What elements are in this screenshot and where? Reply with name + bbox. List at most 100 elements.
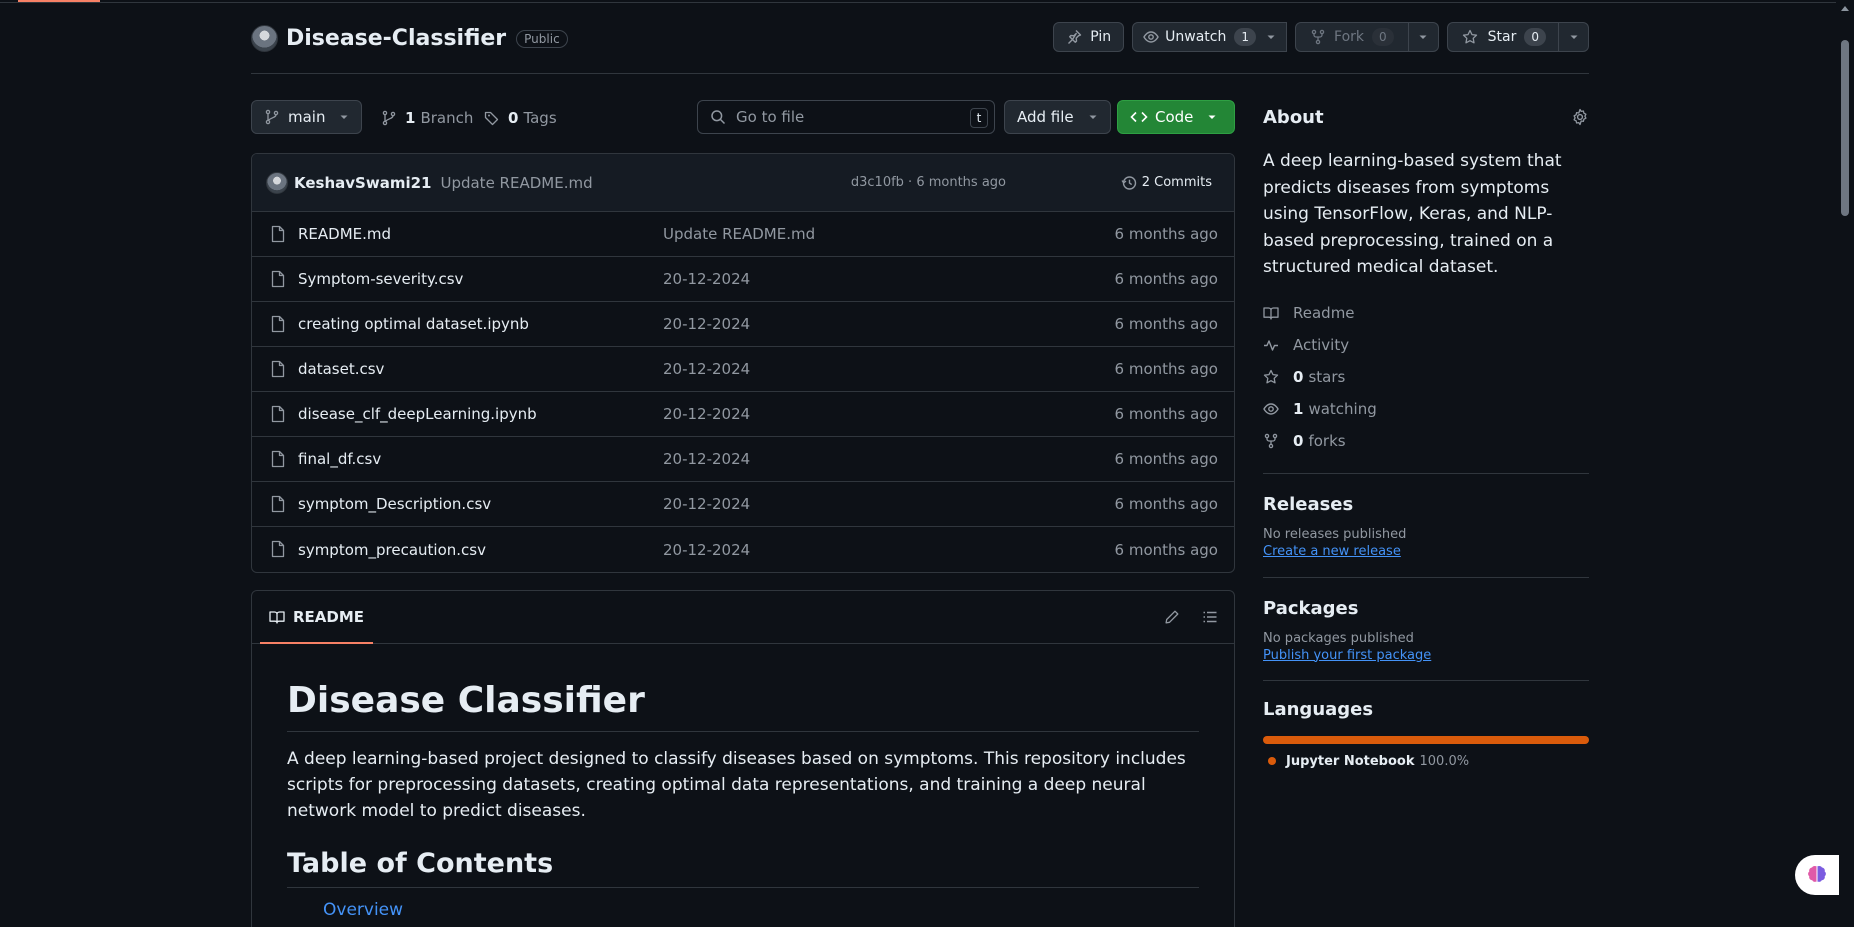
commit-author[interactable]: KeshavSwami21: [294, 174, 431, 192]
language-item[interactable]: Jupyter Notebook 100.0%: [1263, 754, 1589, 769]
file-row[interactable]: README.md Update README.md 6 months ago: [252, 212, 1234, 257]
watching-link[interactable]: 1 watching: [1263, 393, 1589, 425]
branches-link[interactable]: 1 Branch: [381, 109, 473, 127]
commit-hash-time[interactable]: d3c10fb · 6 months ago: [851, 175, 1006, 190]
packages-empty-text: No packages published: [1263, 630, 1414, 646]
file-name[interactable]: creating optimal dataset.ipynb: [298, 315, 529, 333]
repo-name[interactable]: Disease-Classifier: [286, 26, 506, 51]
page-scrollbar[interactable]: [1836, 0, 1854, 927]
branch-icon: [381, 110, 397, 126]
file-commit-message[interactable]: 20-12-2024: [663, 541, 750, 559]
repo-header: Disease-Classifier Public Pin Unwatch 1 …: [251, 22, 1589, 74]
book-icon: [1263, 305, 1293, 321]
file-name[interactable]: dataset.csv: [298, 360, 384, 378]
gear-icon[interactable]: [1571, 108, 1589, 126]
file-row[interactable]: final_df.csv 20-12-2024 6 months ago: [252, 437, 1234, 482]
scrollbar-thumb[interactable]: [1841, 40, 1849, 216]
repo-actions: Pin Unwatch 1 Fork 0 Star 0: [1053, 22, 1589, 52]
file-name[interactable]: README.md: [298, 225, 391, 243]
star-icon: [1462, 29, 1478, 45]
file-commit-message[interactable]: 20-12-2024: [663, 405, 750, 423]
file-row[interactable]: symptom_precaution.csv 20-12-2024 6 months…: [252, 527, 1234, 572]
star-icon: [1263, 369, 1293, 385]
file-icon: [270, 225, 286, 243]
file-rows: README.md Update README.md 6 months ago Sym…: [252, 212, 1234, 572]
file-commit-message[interactable]: 20-12-2024: [663, 360, 750, 378]
pencil-icon[interactable]: [1164, 609, 1180, 625]
file-commit-message[interactable]: 20-12-2024: [663, 270, 750, 288]
releases-title[interactable]: Releases: [1263, 494, 1589, 515]
search-placeholder: Go to file: [736, 108, 805, 126]
scroll-up-arrow-icon[interactable]: [1841, 6, 1849, 11]
fork-button[interactable]: Fork 0: [1295, 22, 1409, 52]
branch-name: main: [288, 108, 326, 126]
outline-list-icon[interactable]: [1202, 609, 1218, 625]
file-commit-message[interactable]: Update README.md: [663, 225, 815, 243]
watch-counter: 1: [1234, 28, 1257, 46]
unwatch-button[interactable]: Unwatch 1: [1132, 22, 1288, 52]
file-name[interactable]: disease_clf_deepLearning.ipynb: [298, 405, 537, 423]
file-row[interactable]: disease_clf_deepLearning.ipynb 20-12-2024…: [252, 392, 1234, 437]
readme-tab[interactable]: README: [260, 591, 374, 644]
file-commit-message[interactable]: 20-12-2024: [663, 495, 750, 513]
commits-count: 2 Commits: [1141, 175, 1212, 190]
file-icon: [270, 540, 286, 558]
file-name[interactable]: symptom_precaution.csv: [298, 541, 486, 559]
go-to-file-input[interactable]: Go to file t: [697, 100, 995, 134]
fork-counter: 0: [1372, 28, 1394, 46]
repo-title-area: Disease-Classifier Public: [251, 25, 568, 52]
file-row[interactable]: symptom_Description.csv 20-12-2024 6 month…: [252, 482, 1234, 527]
file-name[interactable]: final_df.csv: [298, 450, 381, 468]
code-icon: [1130, 109, 1148, 125]
publish-package-link[interactable]: Publish your first package: [1263, 648, 1589, 663]
packages-title[interactable]: Packages: [1263, 598, 1589, 619]
file-commit-message[interactable]: 20-12-2024: [663, 315, 750, 333]
chevron-down-icon: [1569, 32, 1579, 42]
forks-label: forks: [1308, 431, 1346, 450]
chevron-down-icon: [1418, 32, 1428, 42]
owner-avatar[interactable]: [251, 25, 278, 52]
file-commit-message[interactable]: 20-12-2024: [663, 450, 750, 468]
star-button[interactable]: Star 0: [1446, 22, 1559, 52]
file-name[interactable]: Symptom-severity.csv: [298, 270, 463, 288]
commit-author-avatar[interactable]: [266, 171, 288, 194]
about-description: A deep learning-based system that predic…: [1263, 151, 1562, 277]
toc-heading: Table of Contents: [287, 848, 1199, 888]
file-row[interactable]: creating optimal dataset.ipynb 20-12-2024…: [252, 302, 1234, 347]
forks-count: 0: [1293, 431, 1304, 450]
latest-commit-row: KeshavSwami21 Update README.md d3c10fb ·…: [252, 154, 1234, 212]
forks-link[interactable]: 0 forks: [1263, 425, 1589, 457]
stars-count: 0: [1293, 367, 1304, 386]
watch-split: Unwatch 1: [1132, 22, 1288, 52]
file-commit-time: 6 months ago: [1114, 450, 1218, 468]
watching-count: 1: [1293, 399, 1304, 418]
activity-label: Activity: [1293, 335, 1350, 354]
shortcut-key: t: [970, 108, 988, 128]
file-row[interactable]: dataset.csv 20-12-2024 6 months ago: [252, 347, 1234, 392]
language-percent: 100.0%: [1419, 753, 1470, 769]
fork-dropdown-button[interactable]: [1408, 22, 1439, 52]
code-button[interactable]: Code: [1117, 100, 1235, 134]
commit-message[interactable]: Update README.md: [440, 174, 592, 192]
brain-icon: [1805, 863, 1829, 887]
stars-link[interactable]: 0 stars: [1263, 361, 1589, 393]
activity-link[interactable]: Activity: [1263, 329, 1589, 361]
star-dropdown-button[interactable]: [1559, 22, 1589, 52]
pin-button[interactable]: Pin: [1053, 22, 1125, 52]
code-label: Code: [1155, 108, 1194, 126]
branch-selector[interactable]: main: [251, 100, 363, 134]
readme-link-label: Readme: [1293, 303, 1355, 322]
tags-link[interactable]: 0 Tags: [484, 109, 557, 127]
file-name[interactable]: symptom_Description.csv: [298, 495, 491, 513]
readme-link[interactable]: Readme: [1263, 297, 1589, 329]
file-icon: [270, 405, 286, 423]
create-release-link[interactable]: Create a new release: [1263, 544, 1589, 559]
fork-label: Fork: [1334, 29, 1364, 45]
file-row[interactable]: Symptom-severity.csv 20-12-2024 6 months a…: [252, 257, 1234, 302]
tag-count-label: Tags: [523, 109, 557, 127]
add-file-button[interactable]: Add file: [1004, 100, 1111, 134]
toc-link-overview[interactable]: Overview: [323, 900, 1199, 920]
commits-history-link[interactable]: 2 Commits: [1121, 175, 1212, 191]
assistant-extension-button[interactable]: [1795, 855, 1839, 895]
languages-title: Languages: [1263, 698, 1374, 720]
